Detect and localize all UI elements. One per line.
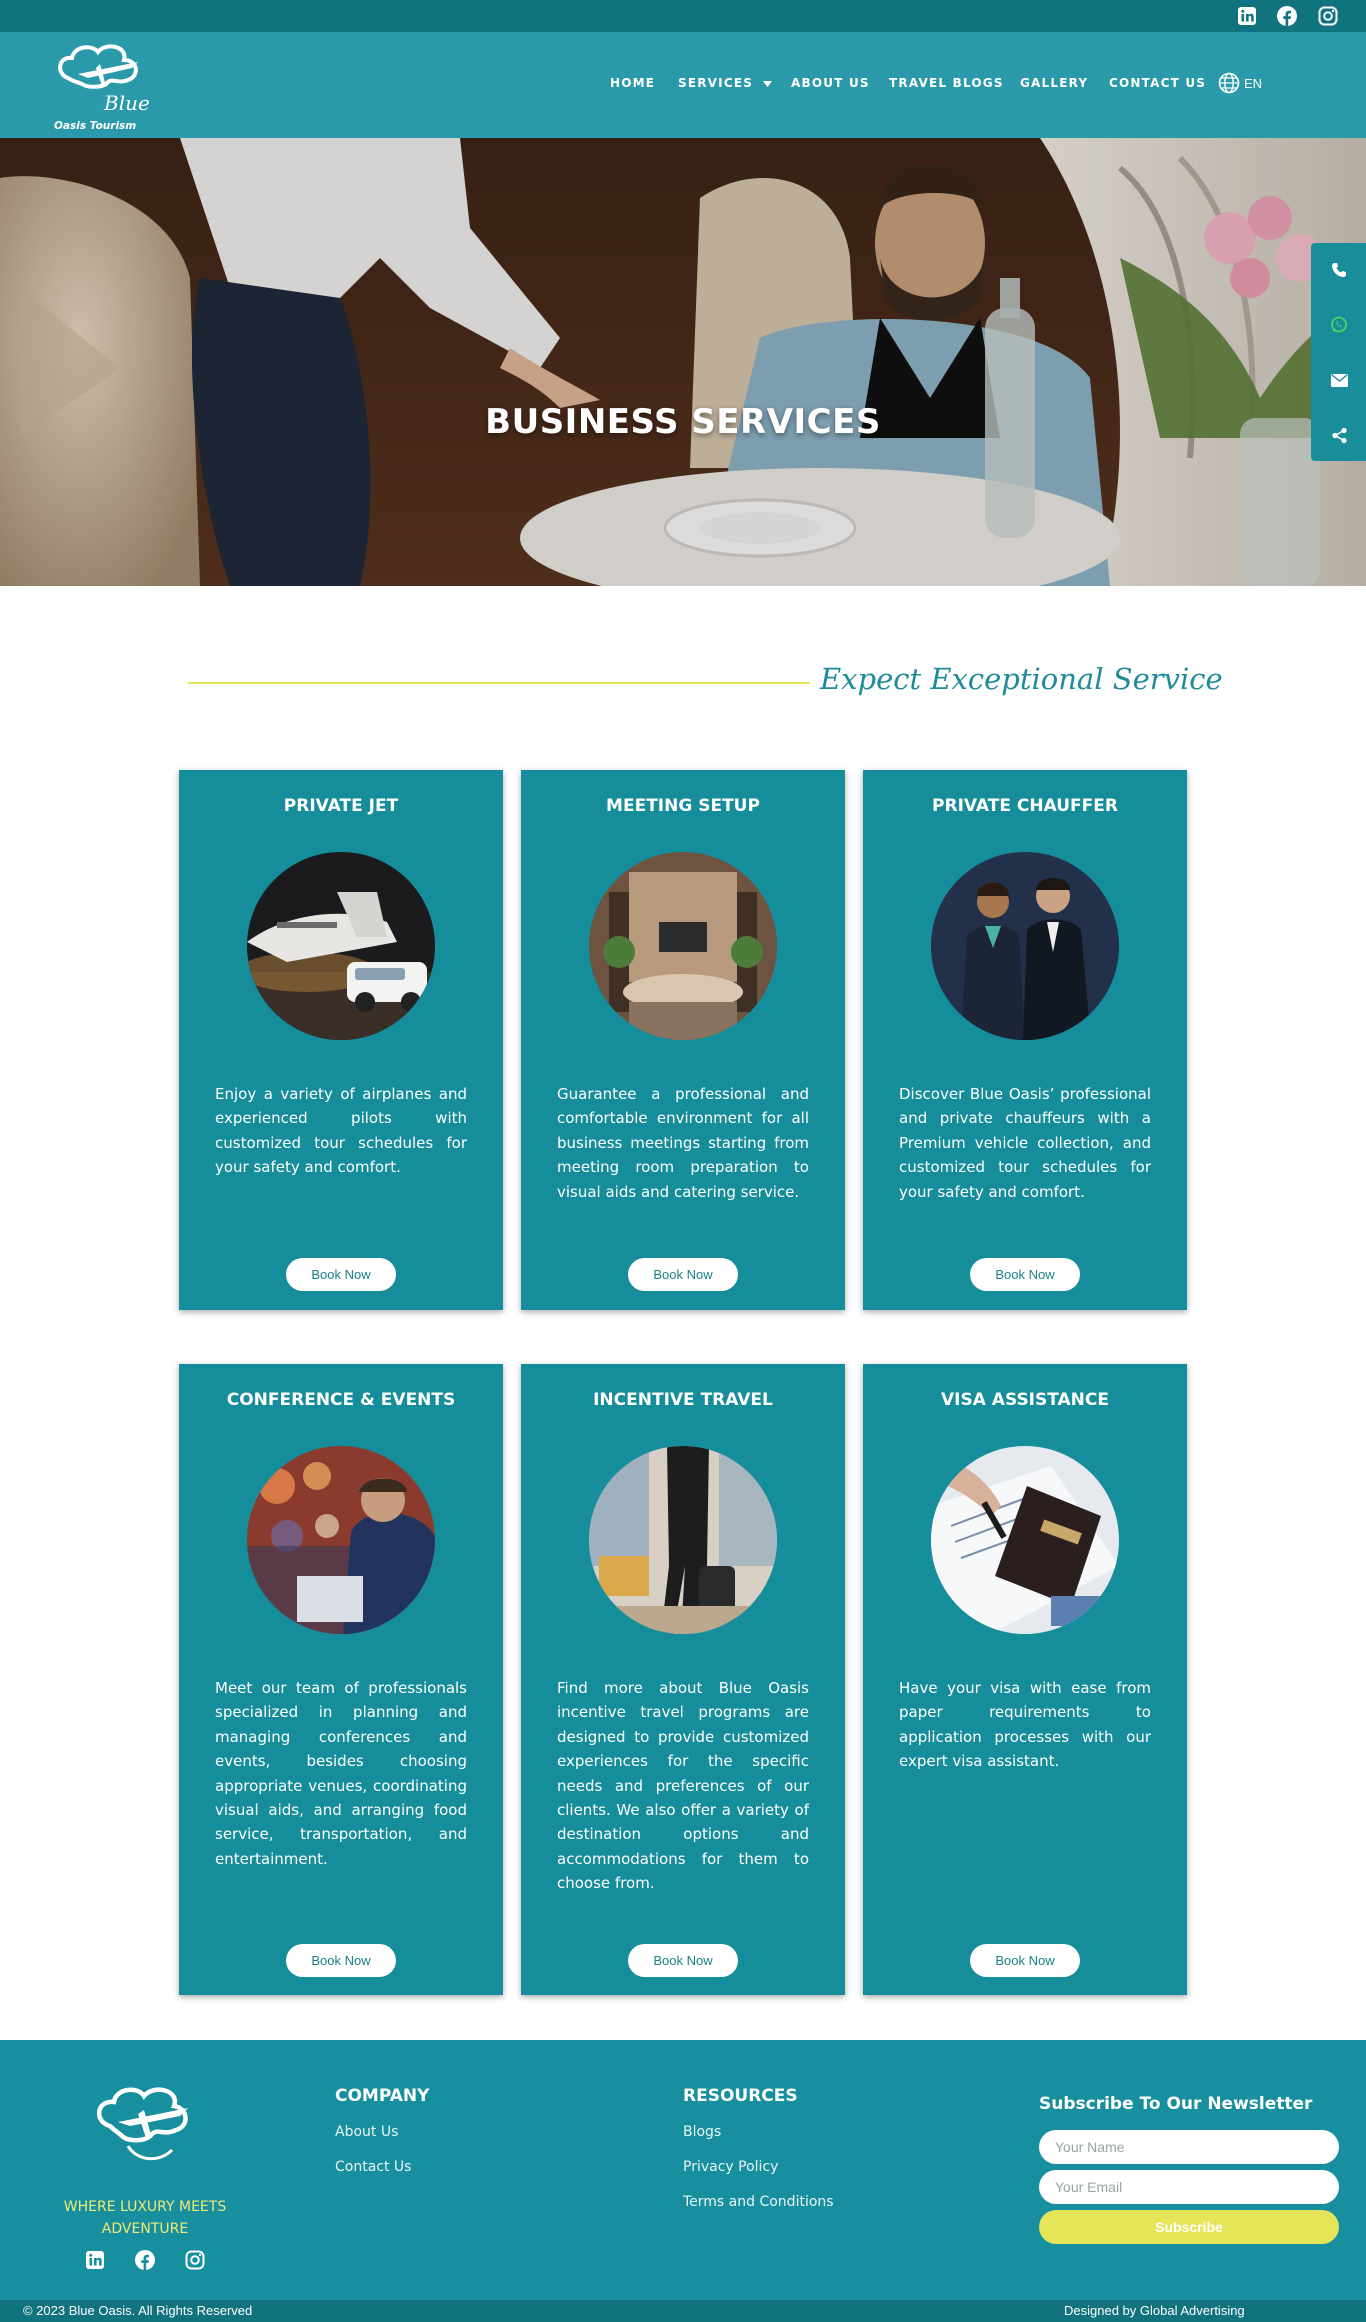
brand-logo[interactable]: Blue Oasis Tourism [48, 38, 152, 134]
copyright-bar: © 2023 Blue Oasis. All Rights Reserved D… [0, 2300, 1366, 2322]
card-title: CONFERENCE & EVENTS [226, 1390, 456, 1410]
nav-services-label: SERVICES [678, 76, 754, 90]
site-footer: WHERE LUXURY MEETS ADVENTURE COMPANY Abo… [0, 2040, 1366, 2300]
svg-text:Blue: Blue [103, 91, 150, 115]
phone-icon[interactable] [1328, 259, 1350, 281]
private-jet-image [247, 852, 435, 1040]
service-card-private-chauffer: PRIVATE CHAUFFER Discover Blue Oasis’ pr… [863, 770, 1187, 1310]
book-now-button[interactable]: Book Now [970, 1258, 1080, 1291]
whatsapp-icon[interactable] [1328, 314, 1350, 336]
card-description: Meet our team of professionals specializ… [215, 1679, 467, 1868]
card-title: INCENTIVE TRAVEL [593, 1390, 773, 1410]
svg-text:Oasis Tourism: Oasis Tourism [54, 120, 136, 132]
hero-background-image [0, 138, 1366, 586]
footer-link-terms[interactable]: Terms and Conditions [683, 2194, 834, 2210]
nav-home[interactable]: HOME [610, 76, 655, 90]
nav-about-us[interactable]: ABOUT US [791, 76, 870, 90]
page-title: BUSINESS SERVICES [485, 402, 881, 442]
card-title: PRIVATE CHAUFFER [932, 796, 1118, 816]
copyright-text: © 2023 Blue Oasis. All Rights Reserved [23, 2303, 253, 2318]
subscribe-button[interactable]: Subscribe [1039, 2210, 1339, 2244]
card-description: Guarantee a professional and comfortable… [557, 1085, 809, 1201]
service-card-conference-events: CONFERENCE & EVENTS Meet our team of pro… [179, 1364, 503, 1995]
footer-link-about-us[interactable]: About Us [335, 2124, 398, 2140]
facebook-icon[interactable] [133, 2248, 157, 2272]
visa-assistance-image [931, 1446, 1119, 1634]
footer-link-blogs[interactable]: Blogs [683, 2124, 721, 2140]
hero-banner: BUSINESS SERVICES [0, 138, 1366, 586]
newsletter-email-input[interactable] [1039, 2170, 1339, 2204]
footer-link-contact-us[interactable]: Contact Us [335, 2159, 411, 2175]
card-description: Find more about Blue Oasis incentive tra… [557, 1679, 809, 1893]
facebook-icon[interactable] [1275, 4, 1299, 28]
language-label: EN [1244, 75, 1263, 91]
linkedin-icon[interactable] [1235, 4, 1259, 28]
service-card-visa-assistance: VISA ASSISTANCE Have your visa with ease… [863, 1364, 1187, 1995]
book-now-button[interactable]: Book Now [970, 1944, 1080, 1977]
nav-gallery[interactable]: GALLERY [1020, 76, 1088, 90]
main-navigation: Blue Oasis Tourism HOME SERVICES ABOUT U… [0, 32, 1366, 138]
book-now-button[interactable]: Book Now [628, 1944, 738, 1977]
service-card-incentive-travel: INCENTIVE TRAVEL Find more about Blue Oa… [521, 1364, 845, 1995]
section-divider [188, 682, 810, 684]
newsletter-heading: Subscribe To Our Newsletter [1039, 2094, 1313, 2114]
card-description: Enjoy a variety of airplanes and experie… [215, 1085, 467, 1177]
conference-events-image [247, 1446, 435, 1634]
card-description: Have your visa with ease from paper requ… [899, 1679, 1151, 1771]
book-now-button[interactable]: Book Now [286, 1944, 396, 1977]
card-title: MEETING SETUP [606, 796, 760, 816]
linkedin-icon[interactable] [83, 2248, 107, 2272]
book-now-button[interactable]: Book Now [286, 1258, 396, 1291]
nav-services[interactable]: SERVICES [678, 76, 773, 90]
incentive-travel-image [589, 1446, 777, 1634]
section-heading: Expect Exceptional Service [820, 662, 1223, 696]
service-card-meeting-setup: MEETING SETUP Guarantee a professional a… [521, 770, 845, 1310]
book-now-button[interactable]: Book Now [628, 1258, 738, 1291]
language-switcher[interactable]: EN [1218, 72, 1262, 94]
top-social-bar [0, 0, 1366, 32]
nav-contact-us[interactable]: CONTACT US [1109, 76, 1206, 90]
card-title: VISA ASSISTANCE [941, 1390, 1109, 1410]
chevron-down-icon [763, 80, 773, 87]
footer-resources-heading: RESOURCES [683, 2086, 798, 2106]
footer-company-heading: COMPANY [335, 2086, 430, 2106]
meeting-setup-image [589, 852, 777, 1040]
card-title: PRIVATE JET [283, 796, 399, 816]
designer-credit: Designed by Global Advertising [1064, 2303, 1245, 2318]
instagram-icon[interactable] [183, 2248, 207, 2272]
nav-travel-blogs[interactable]: TRAVEL BLOGS [889, 76, 1004, 90]
private-chauffer-image [931, 852, 1119, 1040]
mail-icon[interactable] [1328, 369, 1350, 391]
globe-icon [1218, 72, 1240, 94]
footer-link-privacy-policy[interactable]: Privacy Policy [683, 2159, 778, 2175]
service-card-private-jet: PRIVATE JET Enjoy a variety of airplanes… [179, 770, 503, 1310]
card-description: Discover Blue Oasis’ professional and pr… [899, 1085, 1151, 1201]
floating-contact-bar [1311, 243, 1366, 461]
footer-tagline: WHERE LUXURY MEETS ADVENTURE [63, 2199, 227, 2237]
newsletter-name-input[interactable] [1039, 2130, 1339, 2164]
instagram-icon[interactable] [1316, 4, 1340, 28]
footer-logo[interactable] [88, 2080, 200, 2184]
share-icon[interactable] [1328, 424, 1350, 446]
